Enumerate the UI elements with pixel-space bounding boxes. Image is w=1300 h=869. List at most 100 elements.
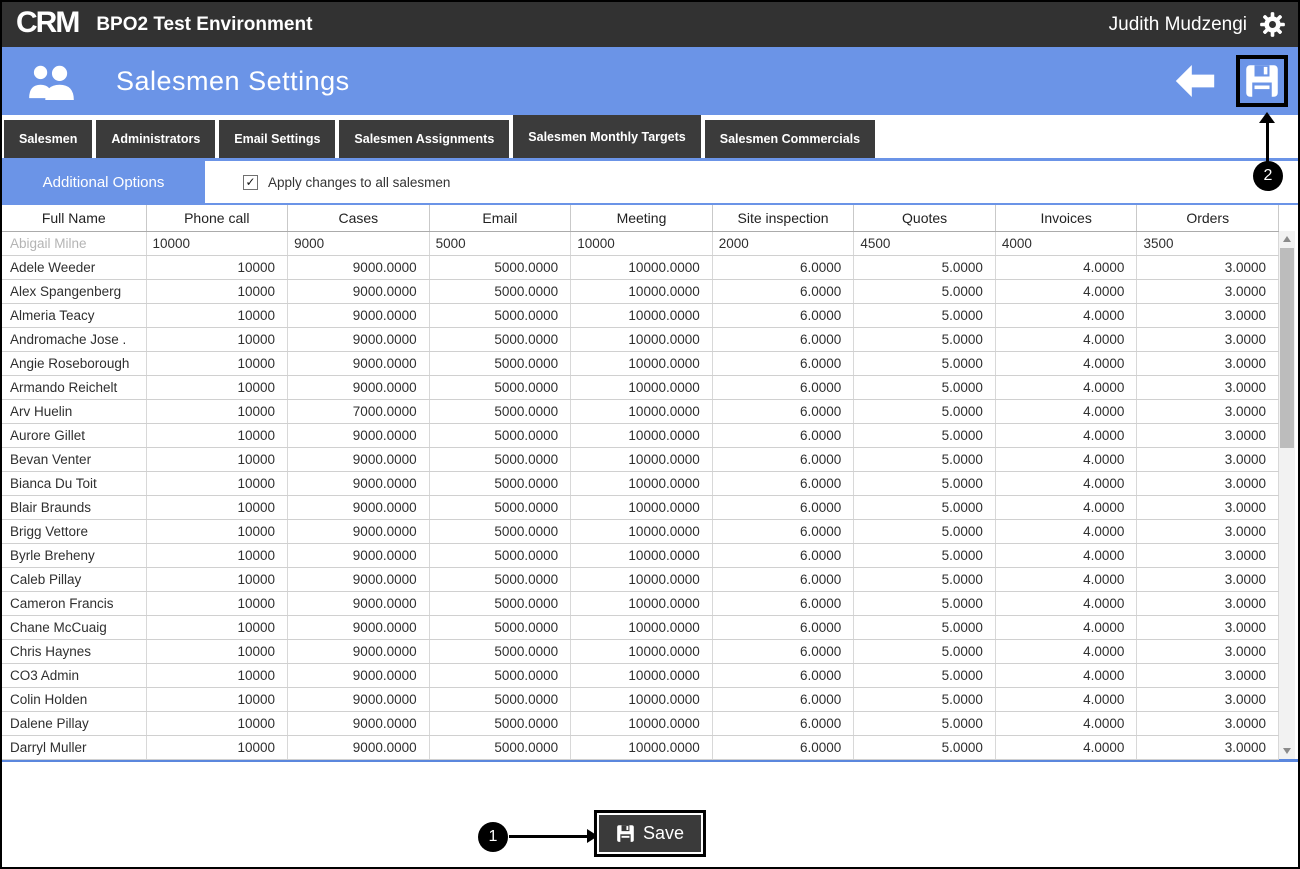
target-cell[interactable]: 5.0000 — [854, 279, 996, 303]
target-cell[interactable]: 6.0000 — [712, 591, 854, 615]
target-cell[interactable]: 10000.0000 — [571, 639, 713, 663]
target-cell[interactable]: 6.0000 — [712, 615, 854, 639]
target-cell[interactable]: 10000 — [146, 519, 288, 543]
target-cell[interactable]: 4.0000 — [995, 495, 1137, 519]
header-save-button[interactable] — [1244, 63, 1280, 99]
target-cell[interactable]: 10000.0000 — [571, 711, 713, 735]
target-cell[interactable]: 3.0000 — [1137, 687, 1279, 711]
target-cell[interactable]: 4.0000 — [995, 375, 1137, 399]
target-cell[interactable]: 4.0000 — [995, 519, 1137, 543]
target-cell[interactable]: 5000.0000 — [429, 567, 571, 591]
target-cell[interactable]: 3.0000 — [1137, 471, 1279, 495]
target-cell[interactable]: 10000.0000 — [571, 447, 713, 471]
target-cell[interactable]: 6.0000 — [712, 351, 854, 375]
target-cell[interactable]: 4.0000 — [995, 687, 1137, 711]
target-cell[interactable]: 6.0000 — [712, 471, 854, 495]
target-cell[interactable]: 4.0000 — [995, 591, 1137, 615]
target-cell[interactable]: 10000 — [146, 351, 288, 375]
target-cell[interactable]: 5000.0000 — [429, 615, 571, 639]
target-cell[interactable]: 5.0000 — [854, 591, 996, 615]
target-cell[interactable]: 5.0000 — [854, 327, 996, 351]
target-cell[interactable]: 3.0000 — [1137, 447, 1279, 471]
target-cell[interactable]: 6.0000 — [712, 663, 854, 687]
target-cell[interactable]: 10000 — [146, 495, 288, 519]
column-header[interactable]: Cases — [288, 205, 430, 231]
target-cell[interactable]: 9000.0000 — [288, 735, 430, 759]
column-header[interactable]: Meeting — [571, 205, 713, 231]
target-cell[interactable]: 4.0000 — [995, 255, 1137, 279]
target-cell[interactable]: 3.0000 — [1137, 591, 1279, 615]
target-cell[interactable]: 5000.0000 — [429, 687, 571, 711]
target-cell[interactable]: 9000.0000 — [288, 639, 430, 663]
target-cell[interactable]: 5.0000 — [854, 567, 996, 591]
target-cell[interactable]: 5000.0000 — [429, 639, 571, 663]
target-cell[interactable]: 3.0000 — [1137, 351, 1279, 375]
target-cell[interactable]: 10000 — [146, 639, 288, 663]
target-cell[interactable]: 6.0000 — [712, 327, 854, 351]
target-cell[interactable]: 10000 — [146, 303, 288, 327]
target-cell[interactable]: 9000.0000 — [288, 591, 430, 615]
crm-logo[interactable]: CRM — [16, 8, 78, 41]
target-cell[interactable]: 7000.0000 — [288, 399, 430, 423]
target-cell[interactable]: 9000 — [288, 231, 430, 255]
target-cell[interactable]: 6.0000 — [712, 495, 854, 519]
target-cell[interactable]: 4.0000 — [995, 399, 1137, 423]
target-cell[interactable]: 5000.0000 — [429, 735, 571, 759]
target-cell[interactable]: 4.0000 — [995, 543, 1137, 567]
vertical-scrollbar[interactable] — [1279, 231, 1295, 759]
target-cell[interactable]: 5000.0000 — [429, 303, 571, 327]
target-cell[interactable]: 6.0000 — [712, 639, 854, 663]
target-cell[interactable]: 3.0000 — [1137, 711, 1279, 735]
target-cell[interactable]: 4.0000 — [995, 711, 1137, 735]
target-cell[interactable]: 5000.0000 — [429, 447, 571, 471]
target-cell[interactable]: 10000 — [146, 279, 288, 303]
target-cell[interactable]: 3500 — [1137, 231, 1279, 255]
target-cell[interactable]: 5.0000 — [854, 639, 996, 663]
target-cell[interactable]: 5.0000 — [854, 351, 996, 375]
tab-salesmen-monthly-targets[interactable]: Salesmen Monthly Targets — [513, 115, 700, 158]
target-cell[interactable]: 5000 — [429, 231, 571, 255]
target-cell[interactable]: 4.0000 — [995, 735, 1137, 759]
target-cell[interactable]: 10000.0000 — [571, 615, 713, 639]
target-cell[interactable]: 10000.0000 — [571, 423, 713, 447]
scroll-up-arrow[interactable] — [1279, 231, 1295, 247]
target-cell[interactable]: 3.0000 — [1137, 399, 1279, 423]
target-cell[interactable]: 10000 — [146, 543, 288, 567]
target-cell[interactable]: 3.0000 — [1137, 735, 1279, 759]
target-cell[interactable]: 4.0000 — [995, 663, 1137, 687]
column-header[interactable]: Site inspection — [712, 205, 854, 231]
target-cell[interactable]: 9000.0000 — [288, 495, 430, 519]
target-cell[interactable]: 10000.0000 — [571, 567, 713, 591]
target-cell[interactable]: 9000.0000 — [288, 255, 430, 279]
target-cell[interactable]: 10000.0000 — [571, 255, 713, 279]
target-cell[interactable]: 9000.0000 — [288, 471, 430, 495]
target-cell[interactable]: 10000.0000 — [571, 735, 713, 759]
target-cell[interactable]: 5.0000 — [854, 663, 996, 687]
column-header[interactable]: Orders — [1137, 205, 1279, 231]
target-cell[interactable]: 5.0000 — [854, 399, 996, 423]
target-cell[interactable]: 3.0000 — [1137, 375, 1279, 399]
tab-salesmen[interactable]: Salesmen — [4, 120, 92, 158]
target-cell[interactable]: 5000.0000 — [429, 663, 571, 687]
target-cell[interactable]: 5000.0000 — [429, 327, 571, 351]
target-cell[interactable]: 3.0000 — [1137, 327, 1279, 351]
scroll-down-arrow[interactable] — [1279, 743, 1295, 759]
target-cell[interactable]: 10000 — [146, 567, 288, 591]
target-cell[interactable]: 6.0000 — [712, 423, 854, 447]
target-cell[interactable]: 5.0000 — [854, 687, 996, 711]
target-cell[interactable]: 10000.0000 — [571, 687, 713, 711]
target-cell[interactable]: 10000.0000 — [571, 375, 713, 399]
target-cell[interactable]: 2000 — [712, 231, 854, 255]
target-cell[interactable]: 4.0000 — [995, 351, 1137, 375]
target-cell[interactable]: 10000.0000 — [571, 663, 713, 687]
target-cell[interactable]: 10000.0000 — [571, 303, 713, 327]
target-cell[interactable]: 5.0000 — [854, 255, 996, 279]
tab-email-settings[interactable]: Email Settings — [219, 120, 335, 158]
target-cell[interactable]: 3.0000 — [1137, 495, 1279, 519]
target-cell[interactable]: 9000.0000 — [288, 303, 430, 327]
tab-additional-options[interactable]: Additional Options — [2, 161, 205, 203]
target-cell[interactable]: 5000.0000 — [429, 471, 571, 495]
column-header[interactable]: Quotes — [854, 205, 996, 231]
target-cell[interactable]: 10000 — [146, 471, 288, 495]
target-cell[interactable]: 5000.0000 — [429, 495, 571, 519]
